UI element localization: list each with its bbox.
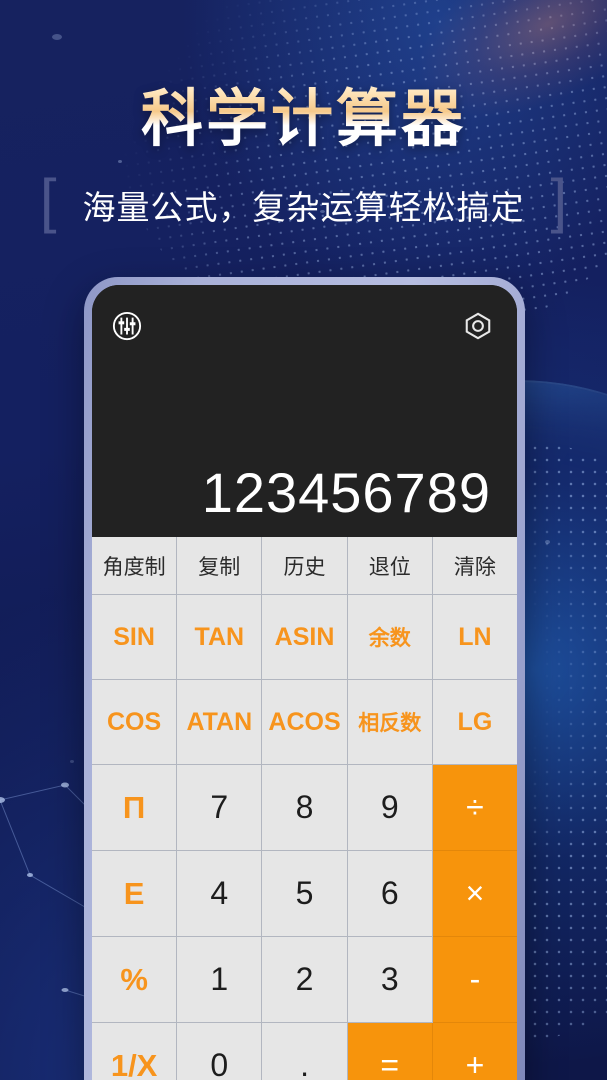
key-cos[interactable]: COS [92, 680, 178, 765]
subtitle-row: [ 海量公式，复杂运算轻松搞定 ] [0, 171, 607, 235]
key-remainder[interactable]: 余数 [347, 595, 433, 680]
key-minus[interactable]: - [432, 937, 517, 1023]
phone-mockup: 123456789 角度制 复制 历史 退位 清除 SIN TAN ASIN 余… [84, 277, 525, 1080]
key-sin[interactable]: SIN [92, 595, 178, 680]
key-atan[interactable]: ATAN [177, 680, 263, 765]
key-4[interactable]: 4 [177, 851, 263, 937]
keypad-row-456: E 4 5 6 × [92, 851, 517, 937]
key-negate[interactable]: 相反数 [347, 680, 433, 765]
keypad-row-0: 1/X 0 . = + [92, 1023, 517, 1080]
key-backspace[interactable]: 退位 [347, 537, 433, 595]
hex-settings-icon[interactable] [463, 311, 493, 341]
key-acos[interactable]: ACOS [262, 680, 348, 765]
key-9[interactable]: 9 [347, 765, 433, 851]
key-7[interactable]: 7 [177, 765, 263, 851]
keypad-row-functions-top: 角度制 复制 历史 退位 清除 [92, 537, 517, 595]
key-5[interactable]: 5 [262, 851, 348, 937]
display-value: 123456789 [201, 461, 491, 524]
bracket-right-icon: ] [550, 167, 568, 234]
key-reciprocal[interactable]: 1/X [92, 1023, 178, 1080]
key-8[interactable]: 8 [262, 765, 348, 851]
key-1[interactable]: 1 [177, 937, 263, 1023]
key-copy[interactable]: 复制 [177, 537, 263, 595]
keypad-row-trig-1: SIN TAN ASIN 余数 LN [92, 595, 517, 680]
page-subtitle: 海量公式，复杂运算轻松搞定 [82, 189, 525, 226]
key-multiply[interactable]: × [432, 851, 517, 937]
key-pi[interactable]: Π [92, 765, 178, 851]
key-history[interactable]: 历史 [262, 537, 348, 595]
key-lg[interactable]: LG [432, 680, 517, 765]
key-e[interactable]: E [92, 851, 178, 937]
keypad-row-trig-2: COS ATAN ACOS 相反数 LG [92, 680, 517, 765]
key-plus[interactable]: + [432, 1023, 517, 1080]
key-clear[interactable]: 清除 [432, 537, 517, 595]
page-title: 科学计算器 [0, 68, 607, 158]
calculator-keypad: 角度制 复制 历史 退位 清除 SIN TAN ASIN 余数 LN COS A… [92, 537, 517, 1080]
keypad-row-789: Π 7 8 9 ÷ [92, 765, 517, 851]
key-equals[interactable]: = [347, 1023, 433, 1080]
key-2[interactable]: 2 [262, 937, 348, 1023]
key-decimal[interactable]: . [262, 1023, 348, 1080]
key-percent[interactable]: % [92, 937, 178, 1023]
key-ln[interactable]: LN [432, 595, 517, 680]
key-asin[interactable]: ASIN [262, 595, 348, 680]
key-divide[interactable]: ÷ [432, 765, 517, 851]
key-tan[interactable]: TAN [177, 595, 263, 680]
key-degree-mode[interactable]: 角度制 [92, 537, 178, 595]
phone-screen: 123456789 角度制 复制 历史 退位 清除 SIN TAN ASIN 余… [92, 285, 517, 1080]
keypad-row-123: % 1 2 3 - [92, 937, 517, 1023]
calculator-display: 123456789 [92, 285, 517, 537]
key-3[interactable]: 3 [347, 937, 433, 1023]
key-6[interactable]: 6 [347, 851, 433, 937]
equalizer-icon[interactable] [112, 311, 142, 341]
bracket-left-icon: [ [39, 167, 57, 234]
key-0[interactable]: 0 [177, 1023, 263, 1080]
